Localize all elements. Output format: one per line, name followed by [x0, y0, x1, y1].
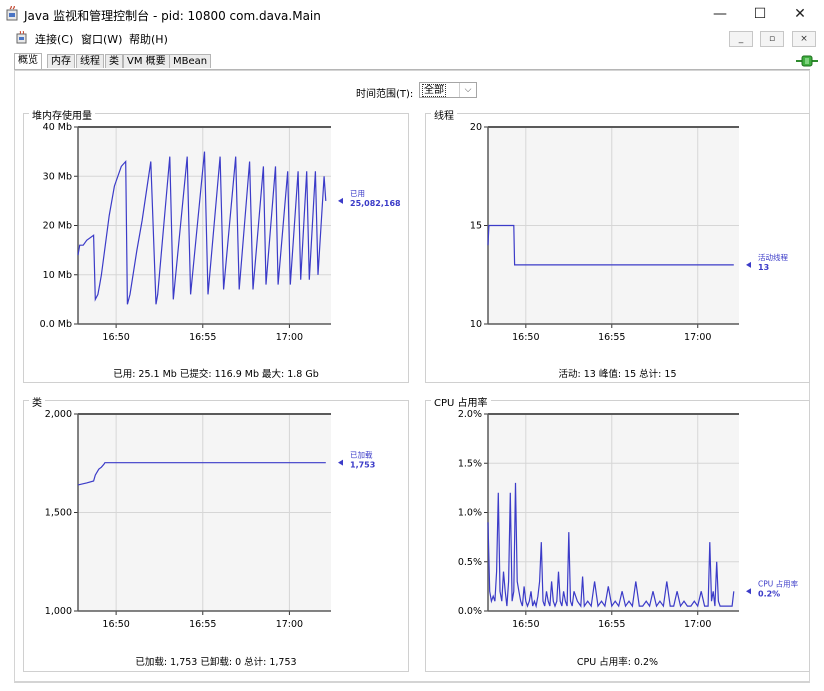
- minimize-button[interactable]: —: [700, 2, 740, 26]
- x-tick-label: 16:55: [598, 619, 625, 630]
- window-title: Java 监视和管理控制台 - pid: 10800 com.dava.Main: [24, 9, 321, 23]
- y-tick-label: 20 Mb: [43, 221, 72, 232]
- x-tick-label: 16:55: [189, 619, 216, 630]
- y-tick-label: 15: [470, 221, 482, 232]
- heap-memory-chart: 40 Mb 30 Mb 20 Mb 10 Mb 0.0 Mb 16:50 16:55 17:0…: [40, 122, 401, 343]
- tab-mbean[interactable]: MBean: [169, 54, 212, 68]
- x-tick-label: 16:55: [189, 332, 216, 343]
- y-tick-label: 1.5%: [458, 458, 482, 469]
- y-tick-label: 30 Mb: [43, 171, 72, 182]
- cpu-chart: 2.0% 1.5% 1.0% 0.5% 0.0% 16:50 16:55 17:00 CPU 占…: [458, 409, 799, 630]
- y-tick-label: 1.0%: [458, 508, 482, 519]
- y-tick-label: 1,500: [45, 508, 72, 519]
- legend-marker: [338, 459, 343, 466]
- mdi-minimize-button[interactable]: _: [729, 31, 753, 47]
- y-tick-label: 10 Mb: [43, 270, 72, 281]
- tab-overview[interactable]: 概览: [14, 53, 42, 69]
- window-titlebar: Java 监视和管理控制台 - pid: 10800 com.dava.Main…: [0, 0, 824, 28]
- classes-chart: 2,000 1,500 1,000 16:50 16:55 17:00 已加载1,753: [45, 409, 376, 630]
- menubar: 连接(C) 窗口(W) 帮助(H): [0, 29, 824, 47]
- java-menu-icon[interactable]: [16, 31, 28, 44]
- maximize-button[interactable]: ☐: [740, 2, 780, 26]
- legend-label: 已用: [350, 189, 365, 198]
- y-tick-label: 0.5%: [458, 557, 482, 568]
- heap-footer: 已用: 25.1 Mb 已提交: 116.9 Mb 最大: 1.8 Gb: [113, 369, 319, 380]
- tab-classes[interactable]: 类: [105, 54, 123, 68]
- x-tick-label: 16:50: [102, 619, 129, 630]
- legend-value: 0.2%: [758, 589, 780, 598]
- x-tick-label: 16:50: [102, 332, 129, 343]
- legend-marker: [746, 261, 751, 268]
- y-tick-label: 0.0%: [458, 606, 482, 617]
- x-tick-label: 17:00: [684, 619, 711, 630]
- time-range-select[interactable]: 全部 ⌵: [419, 82, 477, 98]
- x-tick-label: 16:50: [512, 332, 539, 343]
- window-bottom-edge: [14, 682, 810, 683]
- x-tick-label: 17:00: [684, 332, 711, 343]
- mdi-restore-button[interactable]: ▫: [760, 31, 784, 47]
- legend-label: CPU 占用率: [758, 578, 799, 588]
- threads-footer: 活动: 13 峰值: 15 总计: 15: [558, 369, 677, 380]
- y-tick-label: 40 Mb: [43, 122, 72, 133]
- chevron-down-icon[interactable]: ⌵: [459, 83, 476, 97]
- legend-marker: [746, 588, 751, 595]
- tab-memory[interactable]: 内存: [47, 54, 75, 68]
- y-tick-label: 10: [470, 319, 482, 330]
- legend-value: 13: [758, 263, 769, 272]
- tab-vm-summary[interactable]: VM 概要: [123, 54, 170, 68]
- time-range-value: 全部: [422, 84, 446, 97]
- y-tick-label: 20: [470, 122, 482, 133]
- y-tick-label: 1,000: [45, 606, 72, 617]
- tab-threads[interactable]: 线程: [76, 54, 104, 68]
- x-tick-label: 17:00: [276, 619, 303, 630]
- menu-help[interactable]: 帮助(H): [129, 31, 168, 47]
- legend-label: 已加载: [350, 450, 373, 460]
- cpu-footer: CPU 占用率: 0.2%: [576, 657, 659, 668]
- threads-chart: 20 15 10 16:50 16:55 17:00 活动线程13: [470, 122, 789, 343]
- menu-connect[interactable]: 连接(C): [35, 31, 73, 47]
- mdi-close-button[interactable]: ×: [792, 31, 816, 47]
- x-tick-label: 17:00: [276, 332, 303, 343]
- connection-status-icon: [796, 55, 818, 67]
- y-tick-label: 0.0 Mb: [40, 319, 72, 330]
- y-tick-label: 2,000: [45, 409, 72, 420]
- x-tick-label: 16:55: [598, 332, 625, 343]
- classes-footer: 已加载: 1,753 已卸载: 0 总计: 1,753: [135, 657, 297, 668]
- legend-marker: [338, 197, 343, 204]
- legend-label: 活动线程: [758, 252, 788, 262]
- x-tick-label: 16:50: [512, 619, 539, 630]
- legend-value: 1,753: [350, 461, 375, 470]
- menu-window[interactable]: 窗口(W): [81, 31, 122, 47]
- y-tick-label: 2.0%: [458, 409, 482, 420]
- tab-strip: 概览 内存 线程 类 VM 概要 MBean: [14, 53, 810, 70]
- time-range-label: 时间范围(T):: [356, 89, 414, 100]
- java-app-icon: [6, 6, 18, 21]
- close-button[interactable]: ✕: [780, 2, 820, 26]
- legend-value: 25,082,168: [350, 199, 401, 208]
